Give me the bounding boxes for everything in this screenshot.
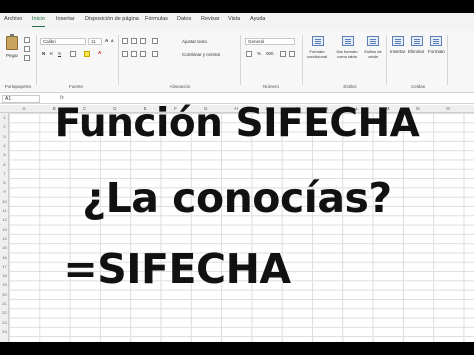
row-header[interactable]: 22	[0, 310, 9, 315]
row-header[interactable]: 5	[0, 152, 9, 157]
row-header[interactable]: 6	[0, 162, 9, 167]
tab-vista[interactable]: Vista	[228, 16, 240, 22]
increase-decimal-icon[interactable]	[280, 51, 286, 57]
conditional-format-icon[interactable]	[312, 36, 324, 46]
styles-group-label: Estilos	[343, 84, 357, 89]
tab-insertar[interactable]: Insertar	[56, 16, 75, 22]
font-size-select[interactable]: 11	[88, 38, 102, 45]
insert-cells-button[interactable]: Insertar	[390, 49, 405, 54]
indent-icon[interactable]	[152, 51, 158, 57]
row-header[interactable]: 23	[0, 320, 9, 325]
align-left-icon[interactable]	[122, 51, 128, 57]
tab-formulas[interactable]: Fórmulas	[145, 16, 168, 22]
ribbon-tabs: Archivo Inicio Insertar Disposición de p…	[0, 13, 474, 31]
number-format-select[interactable]: General	[245, 38, 295, 45]
row-header[interactable]: 24	[0, 329, 9, 334]
delete-cells-icon[interactable]	[411, 36, 423, 46]
format-painter-icon[interactable]	[24, 55, 30, 61]
align-bottom-icon[interactable]	[140, 38, 146, 44]
format-as-table-icon[interactable]	[342, 36, 354, 46]
cells-group-label: Celdas	[410, 84, 425, 89]
format-cells-icon[interactable]	[430, 36, 442, 46]
font-color-icon[interactable]: A	[98, 50, 101, 55]
decrease-decimal-icon[interactable]	[289, 51, 295, 57]
tab-revisar[interactable]: Revisar	[201, 16, 220, 22]
delete-cells-button[interactable]: Eliminar	[408, 49, 424, 54]
conditional-format-button[interactable]: Formato condicional	[304, 49, 330, 59]
underline-icon[interactable]: S	[58, 51, 61, 56]
row-headers: 1 2 3 4 5 6 7 8 9 10 11 12 13 14 15 16 17 18 19 20 21 22 23 24	[0, 113, 9, 342]
merge-center-button[interactable]: Combinar y centrar	[182, 52, 220, 57]
insert-cells-icon[interactable]	[392, 36, 404, 46]
currency-icon[interactable]	[246, 51, 252, 57]
tab-inicio[interactable]: Inicio	[32, 16, 45, 27]
font-name-select[interactable]: Calibri	[40, 38, 86, 45]
clipboard-group-label: Portapapeles	[4, 84, 32, 89]
row-header[interactable]: 13	[0, 227, 9, 232]
cell-grid[interactable]	[9, 113, 474, 342]
cut-icon[interactable]	[24, 37, 30, 43]
borders-icon[interactable]	[70, 51, 76, 57]
align-top-icon[interactable]	[122, 38, 128, 44]
bold-icon[interactable]: N	[42, 51, 45, 56]
align-center-icon[interactable]	[131, 51, 137, 57]
shrink-font-icon[interactable]: A	[111, 39, 114, 43]
thousands-icon[interactable]: 000	[266, 51, 274, 56]
cell-styles-icon[interactable]	[367, 36, 379, 46]
tab-disposicion[interactable]: Disposición de página	[85, 16, 139, 22]
alignment-group-label: Alineación	[169, 84, 191, 89]
tab-datos[interactable]: Datos	[177, 16, 191, 22]
format-cells-button[interactable]: Formato	[428, 49, 445, 54]
tab-ayuda[interactable]: Ayuda	[250, 16, 266, 22]
cell-styles-button[interactable]: Estilos de celda	[362, 49, 384, 59]
font-group-label: Fuente	[68, 84, 83, 89]
row-header[interactable]: 21	[0, 301, 9, 306]
fill-color-icon[interactable]	[84, 51, 90, 57]
percent-icon[interactable]: %	[257, 51, 261, 56]
row-header[interactable]: 14	[0, 236, 9, 241]
italic-icon[interactable]: K	[50, 51, 53, 56]
title-line-1: Función SIFECHA	[54, 101, 420, 146]
wrap-text-button[interactable]: Ajustar texto	[182, 39, 207, 44]
title-line-3: =SIFECHA	[63, 245, 291, 293]
align-middle-icon[interactable]	[131, 38, 137, 44]
format-as-table-button[interactable]: Dar formato como tabla	[333, 49, 361, 59]
grow-font-icon[interactable]: A	[105, 38, 108, 43]
number-group-label: Número	[262, 84, 279, 89]
copy-icon[interactable]	[24, 46, 30, 52]
ribbon: Pegar Portapapeles Calibri 11 A A N K S …	[0, 31, 474, 93]
paste-icon[interactable]	[6, 34, 18, 50]
title-line-2: ¿La conocías?	[82, 174, 392, 222]
align-right-icon[interactable]	[140, 51, 146, 57]
paste-label[interactable]: Pegar	[6, 53, 18, 58]
tab-archivo[interactable]: Archivo	[4, 16, 22, 22]
orientation-icon[interactable]	[152, 38, 158, 44]
